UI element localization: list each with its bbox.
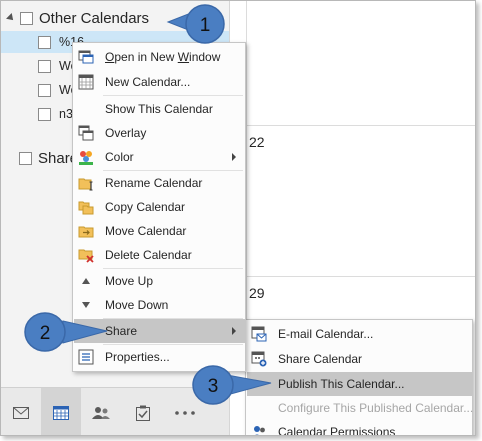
expand-arrow-icon[interactable] — [6, 13, 16, 23]
checkbox[interactable] — [38, 35, 51, 49]
menu-item-label: Overlay — [105, 126, 147, 140]
tasks-nav-button[interactable] — [123, 388, 163, 435]
menu-item-label: Delete Calendar — [105, 248, 192, 262]
delete-calendar-item[interactable]: Delete Calendar — [74, 243, 246, 267]
calendar-item[interactable]: n3t — [1, 103, 76, 125]
menu-item-label: Show This Calendar — [105, 102, 213, 116]
palette-icon — [79, 151, 93, 165]
checkbox[interactable] — [38, 83, 51, 97]
menu-item-label: Configure This Published Calendar... — [278, 401, 474, 415]
calendar-permissions-item[interactable]: Calendar Permissions — [247, 420, 473, 436]
move-calendar-item[interactable]: Move Calendar — [74, 219, 246, 243]
menu-separator — [103, 95, 243, 96]
menu-item-label: Rename Calendar — [105, 176, 203, 190]
mail-nav-button[interactable] — [1, 388, 41, 435]
calendar-nav-button[interactable] — [41, 388, 81, 435]
move-up-item[interactable]: Move Up — [74, 269, 246, 293]
callout-number: 3 — [208, 376, 219, 397]
calendar-icon — [53, 406, 69, 420]
submenu-arrow-icon — [232, 327, 236, 335]
grid-line — [246, 276, 475, 277]
menu-item-label: Share — [105, 324, 138, 338]
menu-item-label: Calendar Permissions — [278, 425, 396, 436]
outlook-window: Other Calendars %16 Wo Wo n3t Share 22 2… — [0, 0, 476, 436]
checkbox[interactable] — [20, 11, 33, 25]
day-number[interactable]: 29 — [249, 285, 265, 301]
move-folder-icon — [78, 226, 94, 238]
overlay-icon — [78, 125, 94, 141]
menu-item-label: Share Calendar — [278, 352, 363, 366]
callout-number: 1 — [200, 15, 211, 36]
submenu-arrow-icon — [232, 153, 236, 161]
callout-2: 2 — [24, 312, 108, 352]
menu-item-label: Color — [105, 150, 134, 164]
callout-1: 1 — [166, 4, 225, 44]
group-shared-calendars[interactable]: Share — [1, 147, 78, 169]
people-icon — [92, 407, 110, 419]
delete-folder-icon — [78, 249, 94, 263]
show-calendar-item[interactable]: Show This Calendar — [74, 97, 246, 121]
overlay-item[interactable]: Overlay — [74, 121, 246, 145]
checkbox[interactable] — [38, 59, 51, 73]
rename-calendar-item[interactable]: Rename Calendar — [74, 171, 246, 195]
triangle-up-icon — [82, 278, 90, 284]
more-icon — [175, 411, 195, 415]
menu-item-label: Move Calendar — [105, 224, 187, 238]
copy-folder-icon — [78, 201, 94, 215]
menu-item-label: Copy Calendar — [105, 200, 186, 214]
checkbox[interactable] — [38, 107, 51, 121]
email-calendar-item[interactable]: E-mail Calendar... — [247, 322, 473, 346]
grid-line — [246, 125, 475, 126]
mail-icon — [13, 407, 29, 419]
open-window-icon — [78, 50, 94, 64]
new-calendar-item[interactable]: New Calendar... — [74, 70, 246, 94]
permissions-icon — [254, 426, 265, 435]
callout-number: 2 — [40, 323, 51, 344]
calendar-grid-icon — [78, 74, 94, 90]
menu-item-label: Properties... — [105, 350, 170, 364]
rename-folder-icon — [78, 178, 93, 191]
calendar-item[interactable]: Wo — [1, 79, 78, 101]
menu-item-label: Publish This Calendar... — [278, 377, 405, 391]
callout-3: 3 — [192, 365, 272, 405]
menu-item-label: New Calendar... — [105, 75, 191, 89]
menu-item-label: Open in New Window — [105, 50, 221, 64]
tasks-icon — [136, 405, 150, 421]
publish-calendar-item[interactable]: Publish This Calendar... — [247, 372, 473, 396]
menu-item-label: Move Up — [105, 274, 154, 288]
email-calendar-icon — [251, 326, 267, 342]
share-calendar-item[interactable]: Share Calendar — [247, 347, 473, 371]
menu-item-label: Move Down — [105, 298, 169, 312]
color-item[interactable]: Color — [74, 145, 246, 169]
menu-item-label: E-mail Calendar... — [278, 327, 374, 341]
group-label: Other Calendars — [39, 9, 150, 27]
people-nav-button[interactable] — [81, 388, 121, 435]
calendar-item[interactable]: Wo — [1, 55, 78, 77]
checkbox[interactable] — [19, 151, 32, 165]
share-submenu: E-mail Calendar... Share Calendar Publis… — [245, 319, 473, 436]
day-number[interactable]: 22 — [249, 134, 265, 150]
copy-calendar-item[interactable]: Copy Calendar — [74, 195, 246, 219]
configure-published-item: Configure This Published Calendar... — [247, 396, 473, 420]
